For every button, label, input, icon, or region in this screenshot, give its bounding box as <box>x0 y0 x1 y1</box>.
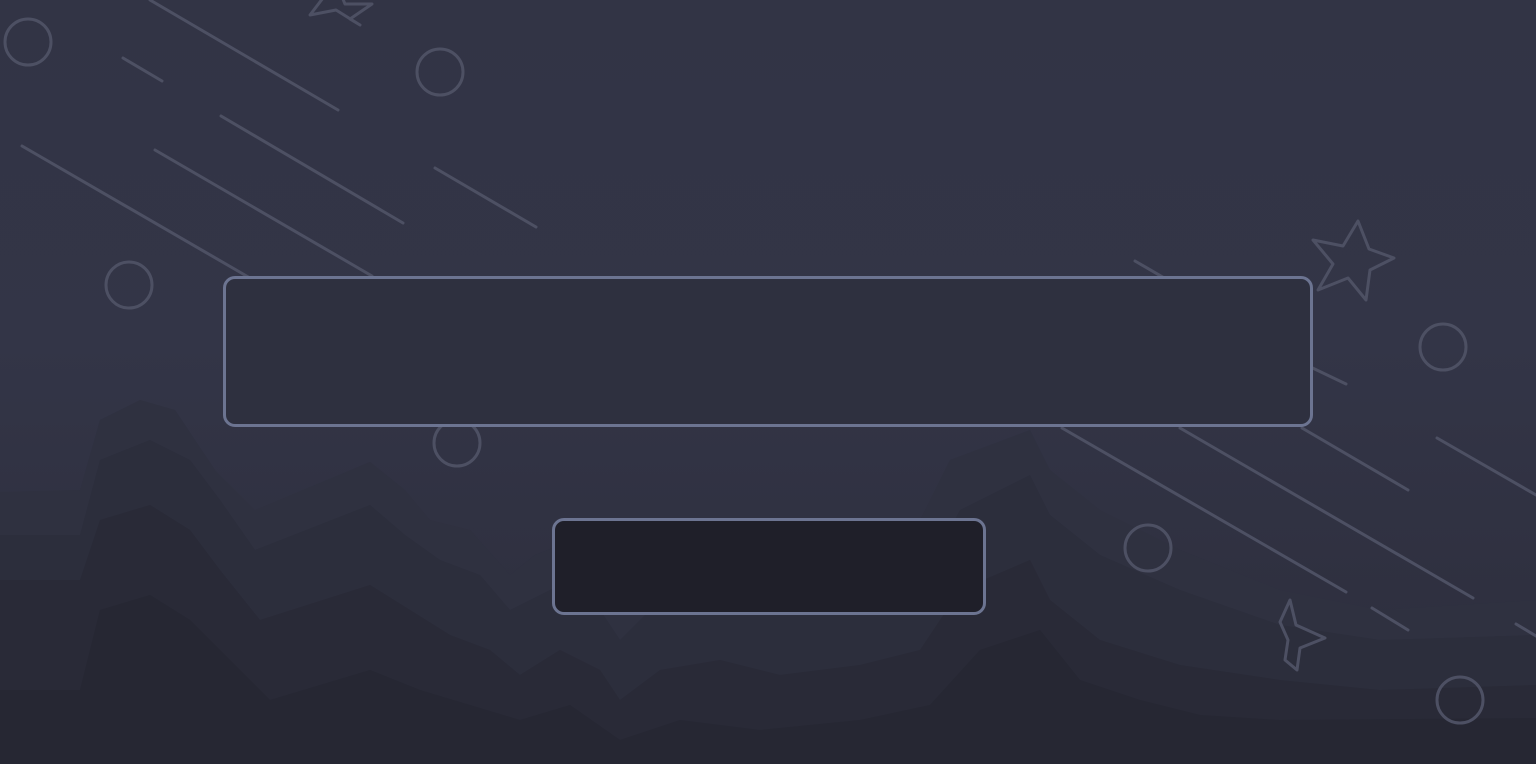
text-input[interactable] <box>223 276 1313 427</box>
game-screen <box>0 0 1536 764</box>
action-button[interactable] <box>552 518 986 615</box>
